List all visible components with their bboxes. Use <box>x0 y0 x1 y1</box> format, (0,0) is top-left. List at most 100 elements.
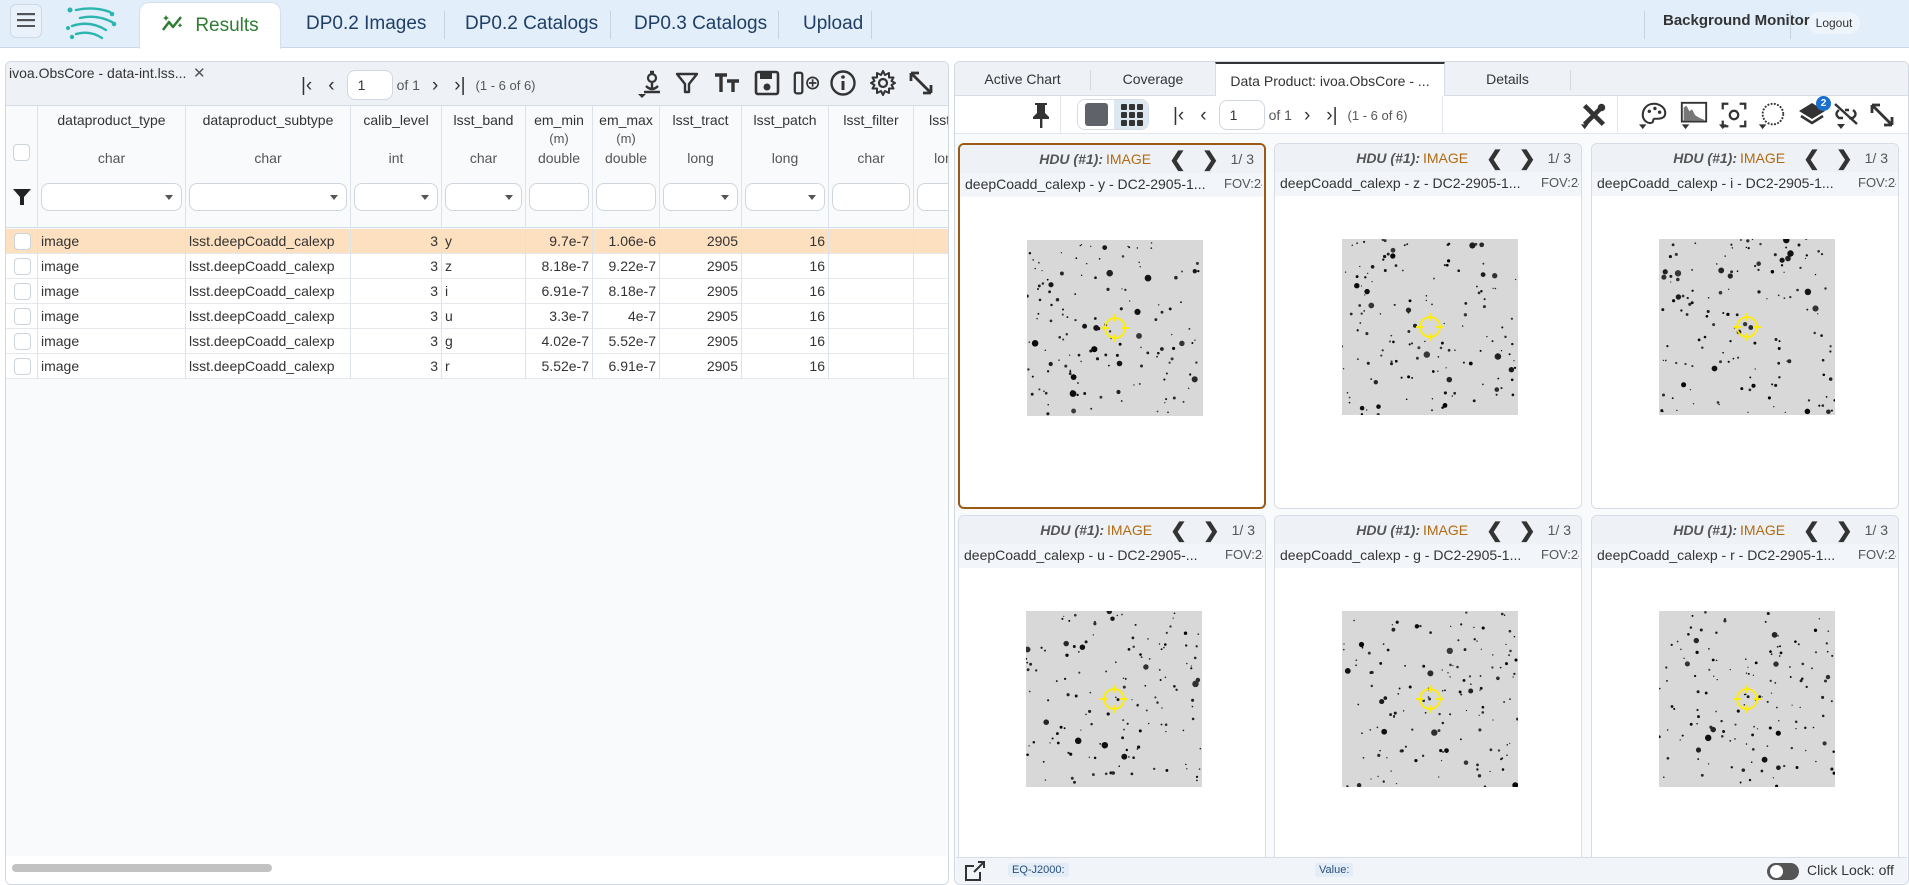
row-checkbox[interactable] <box>14 333 31 350</box>
tab-dp02-catalogs[interactable]: DP0.2 Catalogs <box>465 0 598 48</box>
column-header-lsst-patch[interactable]: lsst_patch long <box>742 106 829 227</box>
tab-upload[interactable]: Upload <box>803 0 863 48</box>
page-number-input[interactable]: 1 <box>346 70 393 100</box>
page-number-input[interactable]: 1 <box>1218 100 1265 130</box>
column-filter-input[interactable] <box>354 183 438 211</box>
prev-hdu-icon[interactable]: ❮ <box>1486 518 1503 543</box>
tab-results[interactable]: Results <box>139 2 281 49</box>
image-cell[interactable]: HDU (#1): IMAGE ❮ ❯ 1/ 3 deepCoadd_calexp - z… <box>1274 143 1582 509</box>
table-row[interactable]: image lsst.deepCoadd_calexp 3 r 5.52e-7 6.91e… <box>6 354 948 379</box>
sky-image[interactable] <box>1657 611 1836 788</box>
recenter-icon[interactable] <box>1719 100 1749 130</box>
table-tab-title[interactable]: ivoa.ObsCore - data-int.lss... <box>9 65 186 81</box>
info-icon[interactable] <box>828 68 858 98</box>
tools-icon[interactable] <box>1579 100 1609 130</box>
expand-icon[interactable] <box>1867 100 1897 130</box>
column-filter-input[interactable] <box>529 183 589 211</box>
grid-view-icon[interactable] <box>1114 100 1148 129</box>
next-hdu-icon[interactable]: ❯ <box>1203 518 1220 543</box>
column-filter-input[interactable] <box>41 183 182 211</box>
sky-image[interactable] <box>1342 611 1519 789</box>
row-checkbox[interactable] <box>14 258 31 275</box>
column-filter-input[interactable] <box>917 183 948 211</box>
table-row[interactable]: image lsst.deepCoadd_calexp 3 y 9.7e-7 1.06e-… <box>6 229 948 254</box>
column-filter-input[interactable] <box>745 183 825 211</box>
table-row[interactable]: image lsst.deepCoadd_calexp 3 z 8.18e-7 9.22e… <box>6 254 948 279</box>
column-header-dataproduct-type[interactable]: dataproduct_type char <box>38 106 186 227</box>
image-cell[interactable]: HDU (#1): IMAGE ❮ ❯ 1/ 3 deepCoadd_calexp - r… <box>1591 515 1899 881</box>
row-checkbox[interactable] <box>14 283 31 300</box>
stretch-histogram-icon[interactable] <box>1679 100 1709 130</box>
column-filter-input[interactable] <box>663 183 738 211</box>
next-page-icon[interactable]: › <box>1296 106 1318 125</box>
sky-image[interactable] <box>1024 608 1202 787</box>
select-all-checkbox[interactable] <box>13 144 30 161</box>
next-hdu-icon[interactable]: ❯ <box>1519 146 1536 171</box>
tab-details[interactable]: Details <box>1445 62 1570 96</box>
last-page-icon[interactable]: ›| <box>1318 106 1345 125</box>
tab-dp02-images[interactable]: DP0.2 Images <box>306 0 426 48</box>
next-hdu-icon[interactable]: ❯ <box>1202 147 1219 172</box>
click-lock-toggle[interactable] <box>1767 863 1799 880</box>
row-checkbox[interactable] <box>14 233 31 250</box>
column-filter-input[interactable] <box>596 183 656 211</box>
add-column-icon[interactable] <box>792 68 822 98</box>
column-header-calib-level[interactable]: calib_level int <box>351 106 442 227</box>
tab-dp03-catalogs[interactable]: DP0.3 Catalogs <box>634 0 767 48</box>
next-hdu-icon[interactable]: ❯ <box>1836 518 1853 543</box>
sky-image[interactable] <box>1025 240 1203 416</box>
column-filter-input[interactable] <box>832 183 910 211</box>
prev-page-icon[interactable]: ‹ <box>320 76 342 95</box>
tab-coverage[interactable]: Coverage <box>1091 62 1215 96</box>
horizontal-scrollbar[interactable] <box>12 864 272 872</box>
unlink-icon[interactable] <box>1831 100 1861 130</box>
next-page-icon[interactable]: › <box>424 76 446 95</box>
row-checkbox[interactable] <box>14 308 31 325</box>
prev-page-icon[interactable]: ‹ <box>1192 106 1214 125</box>
prev-hdu-icon[interactable]: ❮ <box>1486 146 1503 171</box>
selection-circle-icon[interactable] <box>1757 100 1787 130</box>
expand-icon[interactable] <box>906 68 936 98</box>
close-icon[interactable]: ✕ <box>193 64 206 82</box>
text-size-icon[interactable] <box>712 68 742 98</box>
next-hdu-icon[interactable]: ❯ <box>1519 518 1536 543</box>
column-filter-input[interactable] <box>189 183 347 211</box>
color-palette-icon[interactable] <box>1639 100 1669 130</box>
next-hdu-icon[interactable]: ❯ <box>1836 146 1853 171</box>
microscope-icon[interactable] <box>634 68 664 98</box>
save-icon[interactable] <box>752 68 782 98</box>
sky-image[interactable] <box>1340 238 1518 417</box>
column-header-lsst-[interactable]: lsst_lon <box>914 106 948 227</box>
last-page-icon[interactable]: ›| <box>446 76 473 95</box>
layers-icon[interactable]: 2 <box>1797 96 1831 130</box>
column-header-lsst-band[interactable]: lsst_band char <box>442 106 526 227</box>
background-monitor-button[interactable]: Background Monitor <box>1663 12 1810 29</box>
column-header-lsst-filter[interactable]: lsst_filter char <box>829 106 914 227</box>
logout-button[interactable]: Logout <box>1808 12 1860 34</box>
external-link-icon[interactable] <box>964 860 986 882</box>
pin-icon[interactable] <box>1026 100 1056 130</box>
column-filter-input[interactable] <box>445 183 522 211</box>
gear-icon[interactable] <box>868 68 898 98</box>
image-cell[interactable]: HDU (#1): IMAGE ❮ ❯ 1/ 3 deepCoadd_calexp - y… <box>958 143 1266 509</box>
column-header-lsst-tract[interactable]: lsst_tract long <box>660 106 742 227</box>
image-cell[interactable]: HDU (#1): IMAGE ❮ ❯ 1/ 3 deepCoadd_calexp - g… <box>1274 515 1582 881</box>
image-cell[interactable]: HDU (#1): IMAGE ❮ ❯ 1/ 3 deepCoadd_calexp - u… <box>958 515 1266 881</box>
tab-data-product[interactable]: Data Product: ivoa.ObsCore - ... <box>1215 62 1445 97</box>
filter-icon[interactable] <box>672 68 702 98</box>
rubin-logo[interactable] <box>62 2 120 42</box>
filter-icon[interactable] <box>12 187 32 212</box>
table-row[interactable]: image lsst.deepCoadd_calexp 3 i 6.91e-7 8.18e… <box>6 279 948 304</box>
first-page-icon[interactable]: |‹ <box>1165 106 1192 125</box>
column-header-em-max[interactable]: em_max (m) double <box>593 106 660 227</box>
menu-button[interactable] <box>10 4 42 38</box>
prev-hdu-icon[interactable]: ❮ <box>1803 146 1820 171</box>
sky-image[interactable] <box>1659 236 1836 415</box>
single-view-icon[interactable] <box>1078 100 1114 129</box>
table-row[interactable]: image lsst.deepCoadd_calexp 3 u 3.3e-7 4e-7 29… <box>6 304 948 329</box>
prev-hdu-icon[interactable]: ❮ <box>1169 147 1186 172</box>
column-header-em-min[interactable]: em_min (m) double <box>526 106 593 227</box>
tab-active-chart[interactable]: Active Chart <box>955 62 1090 96</box>
first-page-icon[interactable]: |‹ <box>293 76 320 95</box>
prev-hdu-icon[interactable]: ❮ <box>1170 518 1187 543</box>
